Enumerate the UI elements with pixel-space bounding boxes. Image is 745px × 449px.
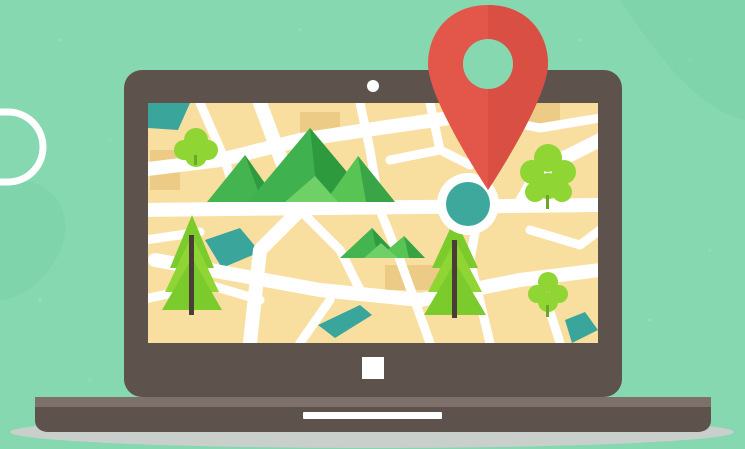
laptop-map-illustration <box>0 0 745 449</box>
map-screen <box>148 103 598 343</box>
touchpad-icon <box>303 412 442 419</box>
home-button-icon <box>362 357 384 379</box>
laptop-base <box>35 397 711 432</box>
webcam-icon <box>367 80 379 92</box>
illustration-stage <box>0 0 745 449</box>
